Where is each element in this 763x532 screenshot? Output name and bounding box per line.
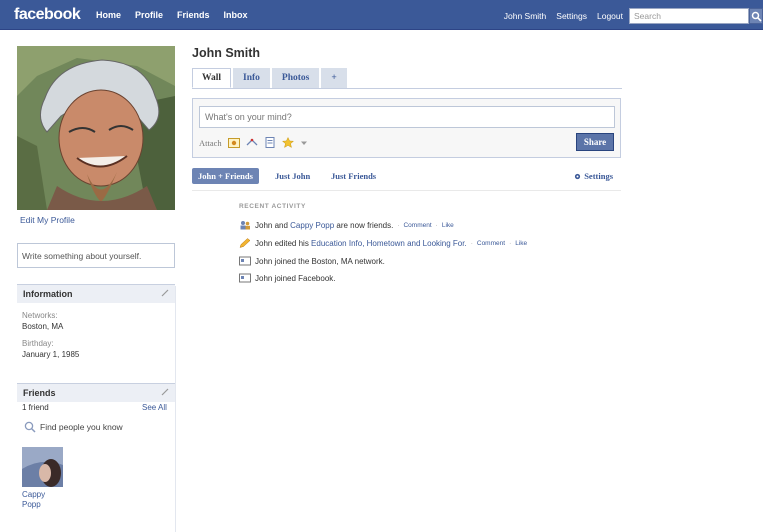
see-all-friends-link[interactable]: See All [142,403,167,412]
networks-label: Networks: [22,311,58,320]
account-nav: John Smith Settings Logout [504,11,623,21]
activity-text: John edited his [255,238,312,248]
attach-row: Attach [199,137,308,148]
networks-value: Boston, MA [22,322,64,331]
nav-logout-link[interactable]: Logout [597,11,623,21]
separator: · [435,221,438,229]
nav-settings-link[interactable]: Settings [556,11,587,21]
activity-item: John joined the Boston, MA network. [239,256,385,266]
activity-item: John joined Facebook. [239,273,336,283]
profile-tabs: Wall Info Photos + [192,68,347,88]
tab-info[interactable]: Info [233,68,270,88]
activity-text: John joined the Boston, MA network. [255,256,385,266]
top-navigation-bar: facebook Home Profile Friends Inbox John… [0,0,763,30]
profile-photo-illustration [17,46,175,210]
facebook-join-icon [239,273,251,283]
friend-count: 1 friend [22,403,49,412]
nav-inbox-link[interactable]: Inbox [224,10,248,20]
edit-pencil-icon[interactable] [161,289,169,297]
friends-section-header: Friends [17,383,175,402]
nav-home-link[interactable]: Home [96,10,121,20]
tab-divider [192,88,622,89]
column-divider [175,286,176,532]
search-input[interactable]: Search [629,8,749,24]
status-publisher: What's on your mind? Attach Share [192,98,621,158]
pencil-icon [239,238,251,248]
activity-item: John and Cappy Popp are now friends. · C… [239,220,454,230]
feed-settings-link[interactable]: Settings [574,171,613,181]
like-link[interactable]: Like [442,222,454,229]
chevron-down-icon[interactable] [300,139,308,147]
filter-divider [192,190,621,191]
gift-icon[interactable] [246,137,258,148]
friends-icon [240,221,250,230]
filter-just-john[interactable]: Just John [275,171,310,181]
star-icon[interactable] [281,137,294,148]
find-people-link[interactable]: Find people you know [24,421,123,433]
friend-avatar[interactable] [22,447,63,487]
filter-john-plus-friends[interactable]: John + Friends [192,168,259,184]
filter-just-friends[interactable]: Just Friends [331,171,376,181]
feed-settings-label: Settings [584,171,613,181]
information-section-header: Information [17,284,175,303]
comment-link[interactable]: Comment [403,222,431,229]
edit-pencil-icon[interactable] [161,388,169,396]
primary-nav: Home Profile Friends Inbox [96,10,248,20]
facebook-logo[interactable]: facebook [14,6,81,24]
activity-text: John joined Facebook. [255,273,336,283]
feed-filter-bar: John + Friends Just John Just Friends Se… [192,168,621,186]
separator: · [397,221,400,229]
birthday-value: January 1, 1985 [22,350,80,359]
friends-title: Friends [23,388,56,398]
activity-text: are now friends. [334,220,394,230]
tab-wall[interactable]: Wall [192,68,232,88]
gear-icon [575,173,581,179]
friend-name-link[interactable]: Cappy Popp [22,490,62,510]
attach-label: Attach [199,137,222,148]
activity-text: John and [255,220,291,230]
note-icon[interactable] [264,137,276,148]
find-people-label: Find people you know [40,422,123,432]
add-tab-button[interactable]: + [321,68,347,88]
activity-item: John edited his Education Info, Hometown… [239,238,527,248]
birthday-label: Birthday: [22,339,54,348]
nav-profile-link[interactable]: Profile [135,10,163,20]
profile-info-link[interactable]: Education Info, Hometown and Looking For… [311,239,467,248]
nav-friends-link[interactable]: Friends [177,10,210,20]
search-icon [751,11,762,22]
friend-first-name: Cappy [22,490,46,499]
nav-user-name-link[interactable]: John Smith [504,11,547,21]
information-title: Information [23,289,73,299]
profile-picture[interactable] [17,46,175,210]
status-input[interactable]: What's on your mind? [199,106,615,128]
friend-link[interactable]: Cappy Popp [290,221,334,230]
like-link[interactable]: Like [515,240,527,247]
photo-icon[interactable] [227,137,240,148]
separator: · [509,239,512,247]
separator: · [470,239,473,247]
share-button[interactable]: Share [576,133,614,151]
network-icon [239,256,251,266]
magnifier-icon [24,421,36,433]
about-me-field[interactable]: Write something about yourself. [17,243,175,268]
edit-my-profile-link[interactable]: Edit My Profile [20,215,75,225]
recent-activity-heading: RECENT ACTIVITY [239,203,306,210]
comment-link[interactable]: Comment [477,240,505,247]
tab-photos[interactable]: Photos [271,68,320,88]
search-button[interactable] [749,8,763,24]
friend-last-name: Popp [22,500,41,509]
friend-avatar-image [22,447,63,487]
profile-name: John Smith [192,46,261,60]
